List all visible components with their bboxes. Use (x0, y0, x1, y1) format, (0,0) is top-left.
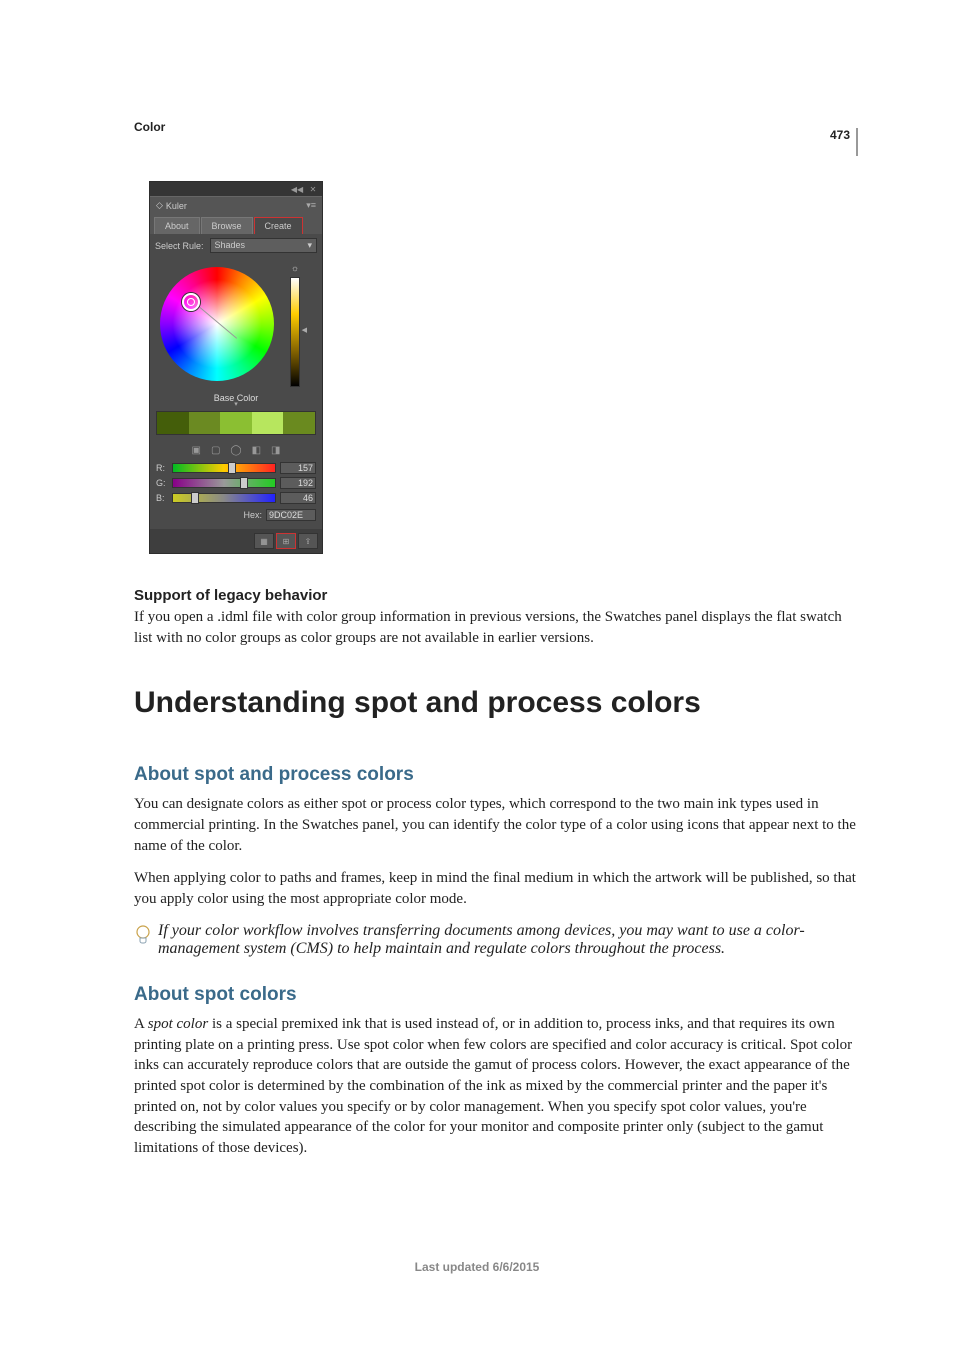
mode-icons: ▣ ▢ ◯ ◧ ◨ (150, 441, 322, 462)
color-swatch[interactable] (189, 412, 221, 434)
close-icon[interactable]: ✕ (308, 184, 318, 194)
rgb-input-r[interactable] (280, 462, 316, 474)
color-swatch[interactable] (220, 412, 252, 434)
color-swatch[interactable] (283, 412, 315, 434)
rgb-row-g: G: .rgb-row:nth-child(2) .sl::after{left… (156, 477, 316, 489)
add-swatches-icon[interactable]: ⊞ (276, 533, 296, 549)
select-rule-row: Select Rule: Shades ▾ (150, 234, 322, 257)
rgb-input-g[interactable] (280, 477, 316, 489)
panel-title-bar: ◇ Kuler ▾≡ (150, 196, 322, 214)
last-updated: Last updated 6/6/2015 (0, 1260, 954, 1274)
base-color-label: Base Color (150, 391, 322, 411)
brightness-slider[interactable] (290, 277, 300, 387)
mode-icon[interactable]: ◯ (230, 445, 241, 456)
rgb-slider-g[interactable]: .rgb-row:nth-child(2) .sl::after{left:66… (172, 478, 276, 488)
hex-input[interactable] (266, 509, 316, 521)
page-number: 473 (830, 128, 858, 156)
tip-block: If your color workflow involves transfer… (134, 922, 858, 958)
select-rule-label: Select Rule: (155, 241, 204, 251)
color-wheel[interactable] (156, 263, 286, 387)
upload-icon[interactable]: ⇪ (298, 533, 318, 549)
swatch-row (156, 411, 316, 435)
collapse-icon[interactable]: ◀◀ (292, 184, 302, 194)
select-rule-dropdown[interactable]: Shades ▾ (210, 238, 317, 253)
color-marker[interactable] (182, 293, 200, 311)
panel-menu-icon[interactable]: ▾≡ (306, 200, 316, 211)
kuler-tabs: About Browse Create (150, 214, 322, 234)
color-swatch[interactable] (252, 412, 284, 434)
rgb-slider-r[interactable]: .rgb-row:nth-child(1) .sl::after{left:54… (172, 463, 276, 473)
mode-icon[interactable]: ◧ (252, 445, 261, 456)
legacy-body: If you open a .idml file with color grou… (134, 607, 858, 648)
about-both-p1: You can designate colors as either spot … (134, 794, 858, 856)
rgb-sliders: R: .rgb-row:nth-child(1) .sl::after{left… (150, 462, 322, 504)
kuler-panel: ◀◀ ✕ ◇ Kuler ▾≡ About Browse Create Sele… (150, 182, 322, 553)
rgb-label: G: (156, 478, 168, 488)
rgb-label: B: (156, 493, 168, 503)
color-wheel-area: ☼ (150, 257, 322, 391)
panel-title-icon: ◇ (156, 200, 163, 211)
save-theme-icon[interactable]: ▦ (254, 533, 274, 549)
rgb-row-r: R: .rgb-row:nth-child(1) .sl::after{left… (156, 462, 316, 474)
panel-chrome: ◀◀ ✕ (150, 182, 322, 196)
panel-footer: ▦ ⊞ ⇪ (150, 529, 322, 553)
rgb-input-b[interactable] (280, 492, 316, 504)
hex-label: Hex: (243, 510, 262, 520)
about-both-p2: When applying color to paths and frames,… (134, 868, 858, 909)
hex-row: Hex: (150, 507, 322, 529)
about-spot-heading: About spot colors (134, 984, 858, 1006)
chevron-down-icon: ▾ (307, 240, 312, 251)
mode-icon[interactable]: ▣ (191, 445, 200, 456)
brightness-icon: ☼ (290, 263, 300, 273)
rgb-label: R: (156, 463, 168, 473)
tab-about[interactable]: About (154, 217, 200, 234)
main-heading: Understanding spot and process colors (134, 686, 858, 720)
color-swatch[interactable] (157, 412, 189, 434)
rgb-slider-b[interactable]: .rgb-row:nth-child(3) .sl::after{left:18… (172, 493, 276, 503)
about-both-heading: About spot and process colors (134, 764, 858, 786)
rgb-row-b: B: .rgb-row:nth-child(3) .sl::after{left… (156, 492, 316, 504)
mode-icon[interactable]: ◨ (271, 445, 280, 456)
legacy-heading: Support of legacy behavior (134, 587, 858, 604)
tab-create[interactable]: Create (254, 217, 303, 234)
tab-browse[interactable]: Browse (201, 217, 253, 234)
panel-title: Kuler (166, 201, 187, 211)
lightbulb-icon (134, 924, 152, 946)
mode-icon[interactable]: ▢ (211, 445, 220, 456)
page: 473 Color ◀◀ ✕ ◇ Kuler ▾≡ About Browse C… (0, 0, 954, 1350)
chapter-header: Color (134, 120, 858, 134)
tip-text: If your color workflow involves transfer… (158, 922, 858, 958)
select-rule-value: Shades (215, 240, 246, 251)
about-spot-p1: A spot color is a special premixed ink t… (134, 1014, 858, 1159)
